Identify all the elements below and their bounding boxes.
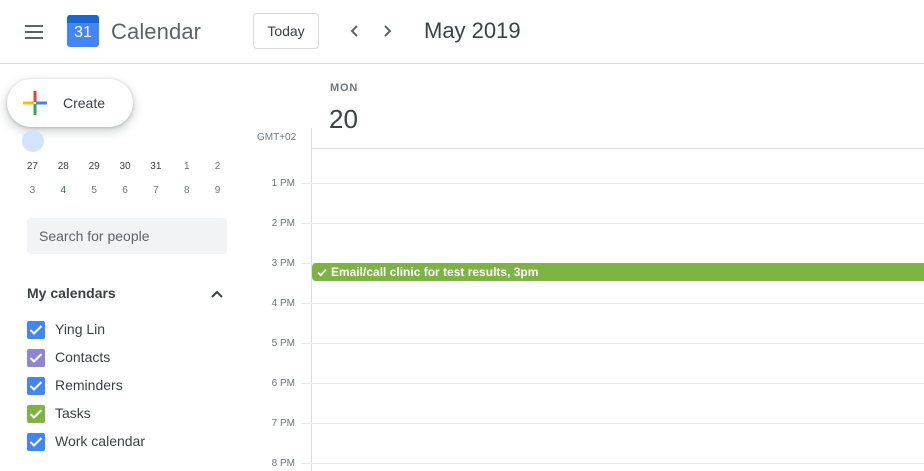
calendar-checkbox[interactable] bbox=[27, 349, 45, 367]
calendar-checkbox[interactable] bbox=[27, 321, 45, 339]
mini-calendar-day[interactable]: 7 bbox=[140, 180, 171, 202]
hour-gridline bbox=[301, 383, 924, 384]
mini-calendar-week-row: 27 28 29 30 31 1 2 bbox=[17, 156, 233, 178]
top-bar: 31 Calendar Today May 2019 bbox=[0, 0, 924, 64]
hour-label: 2 PM bbox=[271, 218, 295, 229]
checkmark-icon bbox=[29, 409, 43, 419]
collapse-my-calendars-button[interactable] bbox=[205, 282, 229, 306]
checkmark-icon bbox=[29, 437, 43, 447]
event-chip[interactable]: Email/call clinic for test results, 3pm bbox=[312, 263, 924, 281]
hour-gridline bbox=[301, 423, 924, 424]
mini-calendar-day[interactable]: 8 bbox=[171, 180, 202, 202]
hour-label: 6 PM bbox=[271, 378, 295, 389]
mini-calendar-day[interactable]: 3 bbox=[17, 180, 48, 202]
calendar-checkbox[interactable] bbox=[27, 433, 45, 451]
mini-calendar-selected-day-marker bbox=[22, 130, 44, 152]
create-button[interactable]: Create bbox=[7, 79, 133, 127]
mini-calendar-day[interactable]: 31 bbox=[140, 156, 171, 178]
hour-label: 3 PM bbox=[271, 258, 295, 269]
mini-calendar-day[interactable]: 29 bbox=[79, 156, 110, 178]
mini-calendar-day[interactable]: 1 bbox=[171, 156, 202, 178]
calendar-name: Contacts bbox=[55, 349, 111, 365]
checkmark-icon bbox=[29, 353, 43, 363]
chevron-right-icon bbox=[384, 25, 392, 37]
calendar-item[interactable]: Ying Lin bbox=[27, 317, 227, 341]
calendar-item[interactable]: Reminders bbox=[27, 373, 227, 397]
mini-calendar-week-row: 3 4 5 6 7 8 9 bbox=[17, 180, 233, 202]
hamburger-menu-icon bbox=[25, 25, 43, 39]
my-calendars-header[interactable]: My calendars bbox=[27, 282, 227, 306]
mini-calendar-day[interactable]: 2 bbox=[202, 156, 233, 178]
hour-label: 4 PM bbox=[271, 298, 295, 309]
day-of-week-label: MON bbox=[330, 82, 359, 94]
hour-gridline bbox=[301, 343, 924, 344]
hour-label: 8 PM bbox=[271, 458, 295, 469]
grid-divider bbox=[311, 128, 312, 471]
calendar-checkbox[interactable] bbox=[27, 377, 45, 395]
mini-calendar-day[interactable]: 6 bbox=[110, 180, 141, 202]
hour-gridline bbox=[301, 463, 924, 464]
next-period-button[interactable] bbox=[372, 16, 402, 46]
timezone-label: GMT+02 bbox=[257, 132, 297, 143]
hour-label: 7 PM bbox=[271, 418, 295, 429]
task-check-icon bbox=[315, 265, 329, 279]
all-day-divider bbox=[311, 148, 924, 149]
create-button-label: Create bbox=[63, 95, 106, 111]
main-menu-button[interactable] bbox=[17, 15, 51, 49]
calendar-checkbox[interactable] bbox=[27, 405, 45, 423]
plus-icon bbox=[23, 91, 47, 115]
mini-calendar-day[interactable]: 30 bbox=[110, 156, 141, 178]
mini-calendar-day[interactable]: 9 bbox=[202, 180, 233, 202]
mini-calendar-day[interactable]: 27 bbox=[17, 156, 48, 178]
current-period-title: May 2019 bbox=[424, 18, 521, 43]
day-number[interactable]: 20 bbox=[329, 104, 358, 135]
search-people-placeholder: Search for people bbox=[39, 228, 150, 244]
calendar-name: Work calendar bbox=[55, 433, 146, 449]
hour-gridline bbox=[301, 303, 924, 304]
hour-label: 5 PM bbox=[271, 338, 295, 349]
hour-label: 1 PM bbox=[271, 178, 295, 189]
hour-gridline bbox=[301, 183, 924, 184]
calendar-name: Ying Lin bbox=[55, 321, 106, 337]
calendar-name: Reminders bbox=[55, 377, 123, 393]
today-button[interactable]: Today bbox=[253, 13, 319, 49]
calendar-item[interactable]: Contacts bbox=[27, 345, 227, 369]
mini-calendar-day[interactable]: 28 bbox=[48, 156, 79, 178]
calendar-name: Tasks bbox=[55, 405, 91, 421]
chevron-left-icon bbox=[350, 25, 358, 37]
search-people-input[interactable]: Search for people bbox=[27, 218, 227, 254]
hour-gridline bbox=[301, 223, 924, 224]
logo-day-number: 31 bbox=[74, 24, 92, 41]
app-title: Calendar bbox=[111, 19, 202, 44]
previous-period-button[interactable] bbox=[340, 16, 370, 46]
mini-calendar-day[interactable]: 5 bbox=[79, 180, 110, 202]
mini-calendar-day[interactable]: 4 bbox=[48, 180, 79, 202]
chevron-up-icon bbox=[211, 290, 223, 298]
checkmark-icon bbox=[29, 325, 43, 335]
checkmark-icon bbox=[29, 381, 43, 391]
calendar-logo[interactable]: 31 bbox=[66, 14, 100, 48]
calendar-item[interactable]: Tasks bbox=[27, 401, 227, 425]
calendar-item[interactable]: Work calendar bbox=[27, 429, 227, 453]
event-title: Email/call clinic for test results, 3pm bbox=[331, 265, 539, 279]
my-calendars-title: My calendars bbox=[27, 285, 116, 301]
